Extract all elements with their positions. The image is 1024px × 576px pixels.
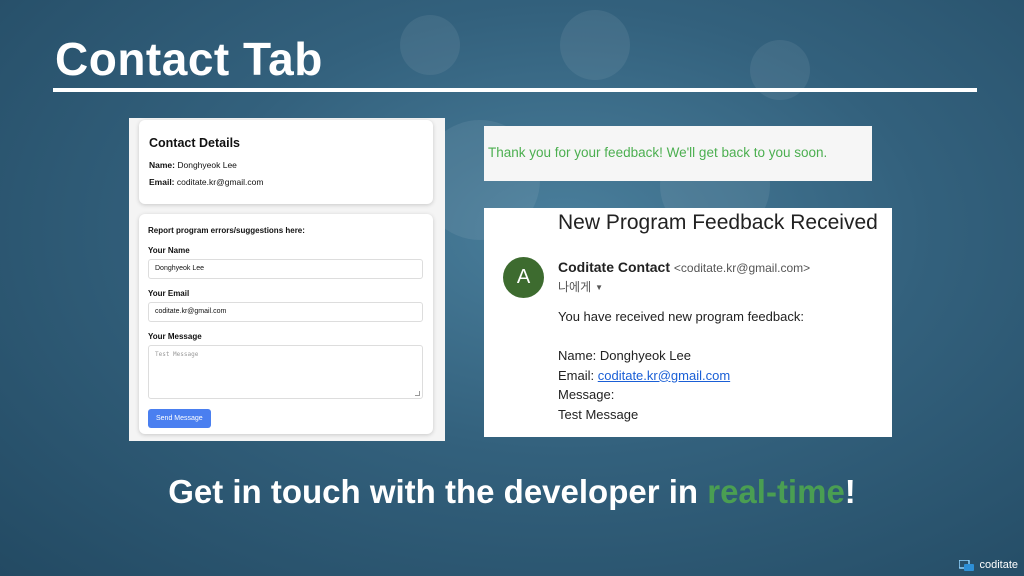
resize-handle-icon[interactable]: [415, 391, 420, 396]
contact-email-value: coditate.kr@gmail.com: [176, 177, 264, 187]
contact-tab-screenshot: Contact Details Name: Donghyeok Lee Emai…: [129, 118, 445, 441]
contact-email-label: Email:: [149, 177, 175, 187]
sender-avatar: A: [503, 257, 544, 298]
tagline-end: !: [844, 473, 856, 510]
recipient-line[interactable]: 나에게 ▼: [558, 278, 603, 295]
contact-details-card: Contact Details Name: Donghyeok Lee Emai…: [139, 120, 433, 204]
confirmation-message: Thank you for your feedback! We'll get b…: [484, 126, 872, 181]
email-body-name: Name: Donghyeok Lee: [558, 348, 691, 363]
feedback-form-card: Report program errors/suggestions here: …: [139, 214, 433, 434]
recipient-label: 나에게: [558, 280, 592, 294]
contact-name-value: Donghyeok Lee: [177, 160, 237, 170]
tagline-accent: real-time: [707, 473, 845, 510]
email-body: You have received new program feedback: …: [558, 307, 804, 424]
email-field-label: Your Email: [148, 289, 190, 298]
contact-details-heading: Contact Details: [149, 136, 240, 150]
form-intro-text: Report program errors/suggestions here:: [148, 226, 305, 235]
sender-address: <coditate.kr@gmail.com>: [673, 261, 811, 275]
email-notification-screenshot: New Program Feedback Received A Coditate…: [484, 208, 892, 437]
caret-down-icon[interactable]: ▼: [595, 283, 603, 292]
message-field-label: Your Message: [148, 332, 202, 341]
email-body-spacer: [558, 327, 804, 347]
tagline-text: Get in touch with the developer in: [168, 473, 708, 510]
sender-name: Coditate Contact: [558, 259, 670, 275]
contact-name-label: Name:: [149, 160, 175, 170]
coditate-logo-icon: [958, 559, 975, 571]
message-field[interactable]: Test Message: [148, 345, 423, 399]
sender-line: Coditate Contact <coditate.kr@gmail.com>: [558, 259, 810, 275]
email-body-email-label: Email:: [558, 367, 595, 383]
logo-text: coditate: [979, 559, 1018, 571]
contact-name-line: Name: Donghyeok Lee: [149, 160, 423, 170]
background-decoration: [560, 10, 630, 80]
message-placeholder: Test Message: [155, 351, 199, 358]
slide-title: Contact Tab: [55, 33, 323, 85]
name-field[interactable]: Donghyeok Lee: [148, 259, 423, 279]
contact-email-line: Email: coditate.kr@gmail.com: [149, 177, 423, 187]
email-body-intro: You have received new program feedback:: [558, 309, 804, 324]
title-divider: [53, 88, 977, 92]
email-field[interactable]: coditate.kr@gmail.com: [148, 302, 423, 322]
name-field-label: Your Name: [148, 246, 190, 255]
email-body-message-label: Message:: [558, 387, 615, 402]
email-body-email-link[interactable]: coditate.kr@gmail.com: [598, 368, 730, 383]
email-body-email-line: Email: coditate.kr@gmail.com: [558, 366, 804, 386]
coditate-logo: coditate: [958, 559, 1018, 571]
send-message-button[interactable]: Send Message: [148, 409, 211, 428]
slide-tagline: Get in touch with the developer in real-…: [0, 473, 1024, 511]
email-body-message-text: Test Message: [558, 406, 639, 422]
background-decoration: [400, 15, 460, 75]
email-subject: New Program Feedback Received: [558, 211, 878, 234]
